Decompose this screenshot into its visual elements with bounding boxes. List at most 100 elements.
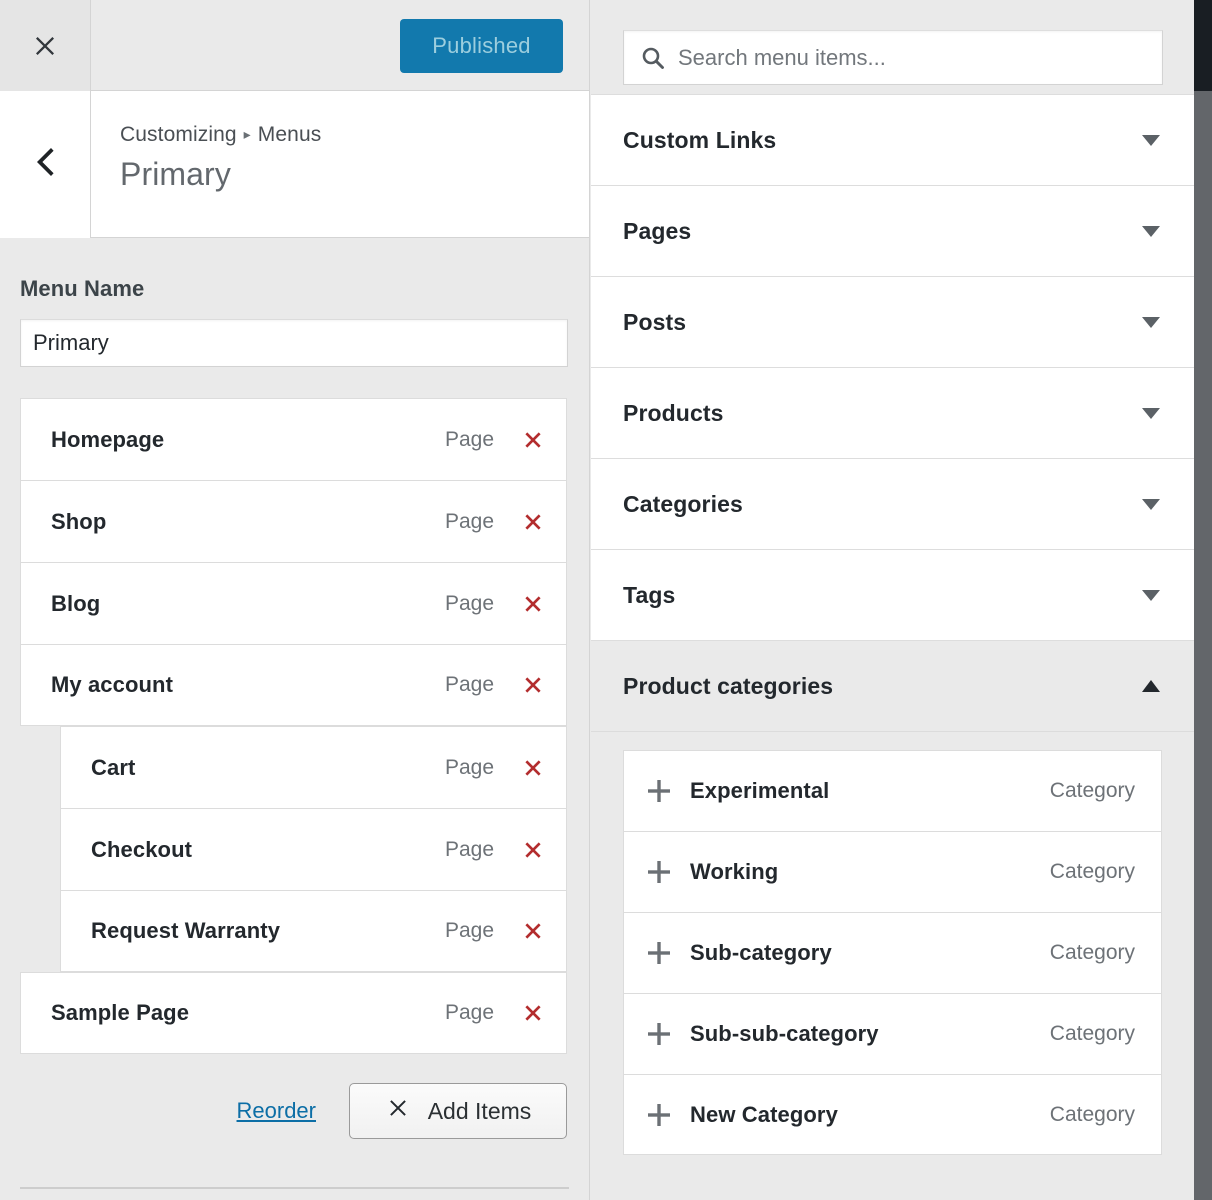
site-preview-sliver[interactable] [1194, 0, 1212, 1200]
accordion-section-header[interactable]: Posts [591, 276, 1194, 368]
menu-item-row[interactable]: Shop Page [20, 480, 567, 562]
close-customizer-button[interactable] [0, 0, 91, 91]
close-x-icon [385, 1095, 411, 1127]
plus-icon[interactable] [645, 939, 673, 967]
chevron-down-icon [1140, 223, 1162, 239]
available-item-title: Working [690, 859, 779, 884]
menu-item-type: Page [444, 755, 494, 779]
plus-icon[interactable] [645, 1020, 673, 1048]
accordion-section-header[interactable]: Tags [591, 549, 1194, 641]
remove-x-icon[interactable] [520, 672, 546, 698]
chevron-left-icon [31, 142, 59, 187]
menu-item-row[interactable]: Blog Page [20, 562, 567, 644]
menu-item-row[interactable]: Checkout Page [60, 808, 567, 890]
menu-item-row[interactable]: Sample Page Page [20, 972, 567, 1054]
breadcrumb-root: Customizing [120, 123, 237, 146]
available-item-title: Sub-sub-category [690, 1021, 879, 1046]
menu-item-type: Page [444, 673, 494, 696]
chevron-down-icon [1140, 496, 1162, 512]
plus-icon[interactable] [645, 1101, 673, 1129]
available-item-row[interactable]: Sub-sub-category Category [623, 993, 1162, 1074]
accordion-section-label: Posts [623, 308, 687, 335]
accordion-section-label: Tags [623, 581, 676, 608]
remove-x-icon[interactable] [520, 755, 546, 781]
publish-button[interactable]: Published [400, 19, 563, 73]
breadcrumb: Customizing ▸ Menus [120, 123, 321, 147]
wp-customizer-screen: Published Customizing ▸ Menus Primary Menu… [0, 0, 1212, 1200]
accordion-section-header[interactable]: Custom Links [591, 94, 1194, 186]
available-item-type: Category [1049, 860, 1135, 883]
search-input[interactable] [678, 44, 1162, 71]
section-divider [20, 1187, 569, 1189]
remove-x-icon[interactable] [520, 837, 546, 863]
menu-item-row[interactable]: My account Page [20, 644, 567, 726]
menu-item-title: Blog [51, 590, 101, 616]
add-items-label: Add Items [427, 1097, 532, 1124]
plus-icon[interactable] [645, 777, 673, 805]
page-title: Primary [120, 156, 231, 192]
menu-item-type: Page [444, 427, 494, 451]
menu-item-title: Sample Page [51, 1000, 190, 1025]
menu-item-row[interactable]: Cart Page [60, 726, 567, 808]
accordion-section-label: Categories [623, 490, 743, 517]
accordion-section-header[interactable]: Products [591, 367, 1194, 459]
menu-item-title: Checkout [91, 836, 193, 862]
breadcrumb-separator-icon: ▸ [243, 126, 251, 142]
reorder-link[interactable]: Reorder [237, 1098, 316, 1124]
search-box[interactable] [623, 30, 1163, 85]
available-item-row[interactable]: New Category Category [623, 1074, 1162, 1155]
menu-name-label: Menu Name [20, 276, 145, 301]
remove-x-icon[interactable] [520, 427, 546, 453]
accordion-section-header[interactable]: Product categories [591, 640, 1194, 732]
accordion-section-label: Products [623, 399, 724, 426]
available-item-title: Experimental [690, 778, 830, 803]
menu-item-title: Shop [51, 508, 107, 534]
menu-item-title: Homepage [51, 426, 165, 452]
close-x-icon [30, 31, 60, 61]
menu-item-title: Cart [91, 754, 136, 780]
remove-x-icon[interactable] [520, 509, 546, 535]
search-area [591, 0, 1194, 95]
available-menu-items-panel: Custom Links Pages Posts Products Categories… [591, 0, 1194, 1200]
menu-item-type: Page [444, 1001, 494, 1024]
available-item-row[interactable]: Working Category [623, 831, 1162, 912]
menu-item-type: Page [444, 919, 494, 942]
plus-icon[interactable] [645, 858, 673, 886]
menu-items-list: Homepage Page Shop Page Blog Page My account Pa… [0, 398, 589, 1054]
menu-item-title: Request Warranty [91, 918, 281, 943]
chevron-down-icon [1140, 587, 1162, 603]
accordion-section-header[interactable]: Pages [591, 185, 1194, 277]
available-item-row[interactable]: Experimental Category [623, 750, 1162, 831]
chevron-down-icon [1140, 405, 1162, 421]
add-items-button[interactable]: Add Items [349, 1083, 567, 1139]
menu-item-title: My account [51, 672, 174, 697]
available-item-title: New Category [690, 1101, 838, 1127]
menu-item-type: Page [444, 837, 494, 861]
available-item-type: Category [1049, 1022, 1135, 1045]
menu-item-row[interactable]: Homepage Page [20, 398, 567, 480]
available-item-title: Sub-category [690, 940, 832, 965]
preview-admin-bar [1194, 0, 1212, 91]
chevron-down-icon [1140, 314, 1162, 330]
back-button[interactable] [0, 91, 91, 238]
breadcrumb-section: Menus [257, 123, 322, 146]
available-items-accordion: Custom Links Pages Posts Products Categories… [591, 94, 1194, 1177]
available-item-type: Category [1049, 779, 1135, 802]
customizer-topbar: Published [0, 0, 589, 91]
available-item-row[interactable]: Sub-category Category [623, 912, 1162, 993]
accordion-section-header[interactable]: Categories [591, 458, 1194, 550]
customizer-body: Menu Name HomepagePageShopPageBlogPageMy… [0, 276, 589, 1200]
accordion-section-content: Experimental Category Working Category Sub-c… [591, 732, 1194, 1177]
menu-name-input[interactable] [20, 319, 568, 367]
remove-x-icon[interactable] [520, 591, 546, 617]
chevron-up-icon [1140, 678, 1162, 694]
customizer-section-header: Customizing ▸ Menus Primary [0, 91, 589, 238]
remove-x-icon[interactable] [520, 918, 546, 944]
available-item-type: Category [1049, 1102, 1135, 1126]
accordion-section-label: Pages [623, 217, 692, 244]
available-item-type: Category [1049, 941, 1135, 964]
menu-item-row[interactable]: Request Warranty Page [60, 890, 567, 972]
remove-x-icon[interactable] [520, 1000, 546, 1026]
menu-actions-row: Reorder Add Items [0, 1082, 567, 1140]
customizer-panel: Published Customizing ▸ Menus Primary Menu… [0, 0, 590, 1200]
